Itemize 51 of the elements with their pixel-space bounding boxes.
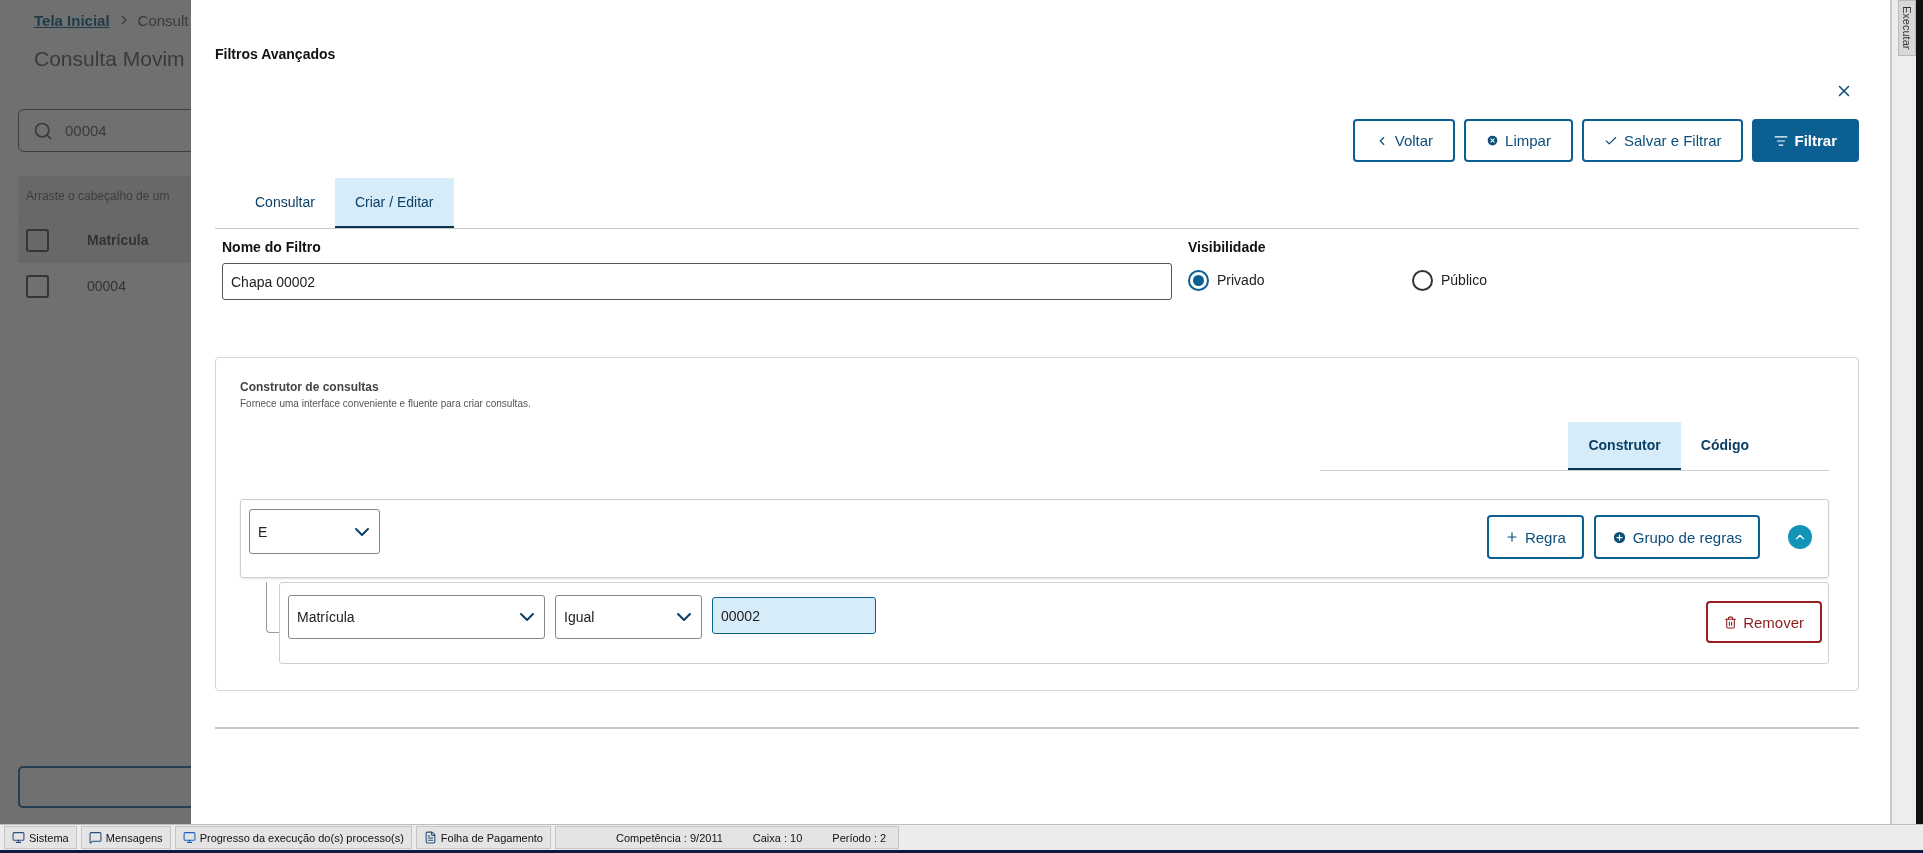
filter-icon <box>1774 133 1789 148</box>
radio-icon[interactable] <box>1188 269 1209 291</box>
add-button[interactable]: Grupo de regras <box>1593 515 1760 559</box>
filter-name-field[interactable]: Chapa 00002 <box>222 263 1172 300</box>
clear-icon <box>1486 134 1500 147</box>
action-button[interactable]: Filtrar <box>1752 119 1859 162</box>
status-button[interactable]: Sistema <box>4 826 77 849</box>
field-label: Visibilidade <box>1188 239 1267 255</box>
tab[interactable]: Construtor <box>1568 422 1681 470</box>
checkbox[interactable] <box>26 228 49 252</box>
document-icon <box>423 831 437 844</box>
action-button[interactable]: Voltar <box>1352 119 1456 162</box>
action-button[interactable]: Salvar e Filtrar <box>1581 119 1744 162</box>
status-field: Competência : 9/2011 <box>616 831 723 844</box>
tab[interactable]: Criar / Editar <box>334 178 454 228</box>
chevron-down-icon <box>355 526 369 537</box>
status-field: Período : 2 <box>832 831 887 844</box>
tab[interactable]: Consultar <box>235 178 335 228</box>
operator-select[interactable]: Igual <box>555 595 702 639</box>
collapse-button[interactable] <box>1788 525 1812 549</box>
message-icon <box>88 831 102 844</box>
add-button[interactable]: Regra <box>1486 515 1584 559</box>
radio-icon[interactable] <box>1412 269 1433 291</box>
dialog-title: Filtros Avançados <box>215 46 336 62</box>
plus-circle-icon <box>1611 529 1627 545</box>
status-button[interactable]: Folha de Pagamento <box>415 826 551 849</box>
plus-icon <box>1504 530 1519 544</box>
monitor-icon <box>182 831 196 844</box>
trash-icon <box>1724 615 1738 629</box>
connector-line <box>266 582 279 633</box>
field-label: Nome do Filtro <box>222 239 322 255</box>
table-cell: 00004 <box>87 278 126 294</box>
remove-button[interactable]: Remover <box>1706 601 1822 643</box>
operator-select[interactable]: E <box>249 509 380 554</box>
search-icon <box>33 120 53 141</box>
action-button[interactable]: Limpar <box>1464 119 1573 162</box>
card-title: Construtor de consultas <box>240 380 380 394</box>
status-field: Caixa : 10 <box>752 831 803 844</box>
value-field[interactable]: 00002 <box>712 597 876 634</box>
chevron-down-icon <box>520 612 534 622</box>
radio-option[interactable]: Privado <box>1188 263 1412 297</box>
checkbox[interactable] <box>26 274 49 298</box>
side-tab[interactable]: Executar <box>1898 0 1916 56</box>
radio-option[interactable]: Público <box>1412 263 1636 297</box>
tab[interactable]: Código <box>1680 422 1769 470</box>
monitor-icon <box>12 831 25 844</box>
field-select[interactable]: Matrícula <box>288 595 545 639</box>
card-subtitle: Fornece uma interface conveniente e fluente para criar consultas. <box>240 398 532 409</box>
chevron-down-icon <box>677 612 691 622</box>
status-button[interactable]: Progresso da execução do(s) processo(s) <box>174 826 412 849</box>
status-button[interactable]: Mensagens <box>80 826 171 849</box>
